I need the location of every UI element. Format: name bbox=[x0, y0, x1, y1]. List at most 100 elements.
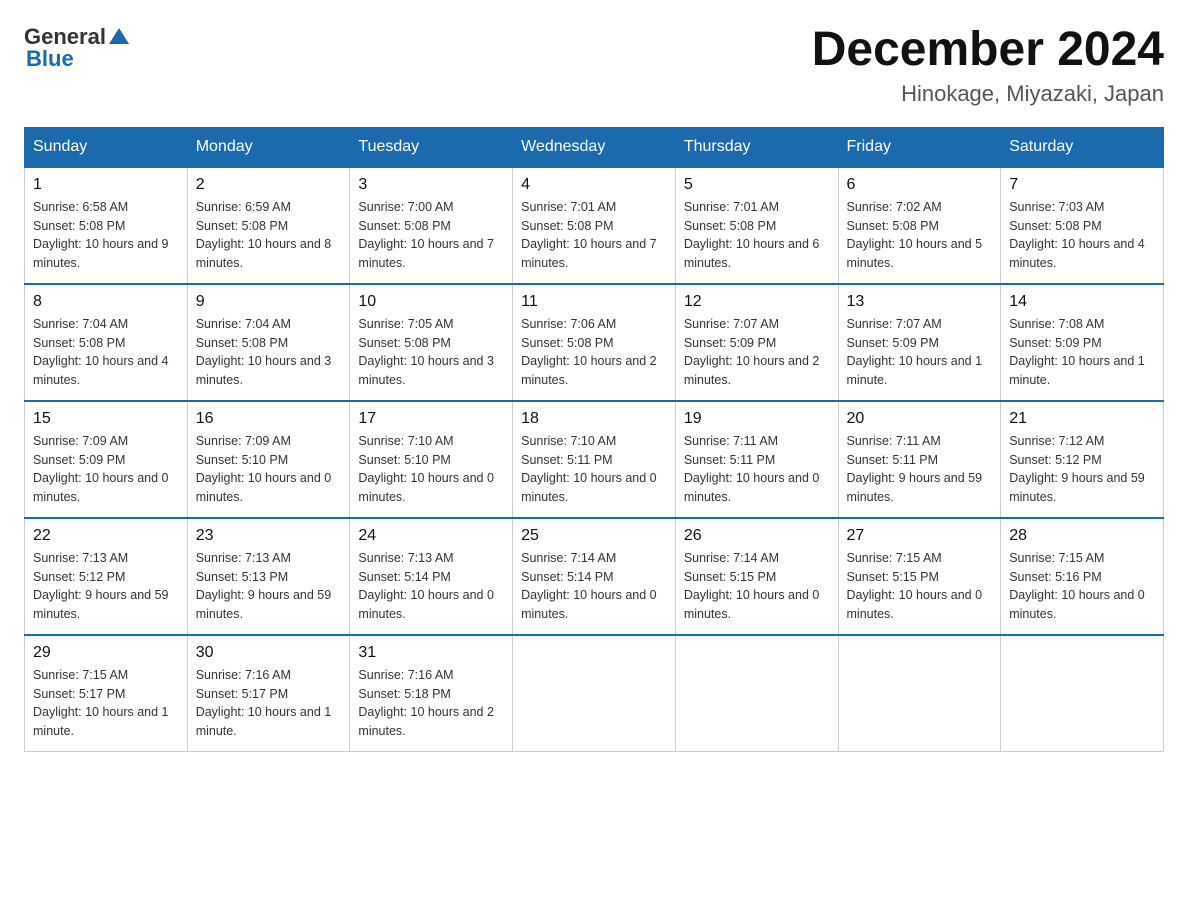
header-row: Sunday Monday Tuesday Wednesday Thursday… bbox=[25, 127, 1164, 167]
calendar-cell: 20 Sunrise: 7:11 AMSunset: 5:11 PMDayligh… bbox=[838, 401, 1001, 518]
day-number: 25 bbox=[521, 527, 667, 545]
calendar-week-row: 8 Sunrise: 7:04 AMSunset: 5:08 PMDaylight… bbox=[25, 284, 1164, 401]
day-info: Sunrise: 7:13 AMSunset: 5:13 PMDaylight:… bbox=[196, 549, 342, 624]
day-info: Sunrise: 7:09 AMSunset: 5:09 PMDaylight:… bbox=[33, 432, 179, 507]
title-block: December 2024 Hinokage, Miyazaki, Japan bbox=[812, 24, 1164, 107]
calendar-cell: 18 Sunrise: 7:10 AMSunset: 5:11 PMDayligh… bbox=[513, 401, 676, 518]
calendar-cell: 1 Sunrise: 6:58 AMSunset: 5:08 PMDaylight… bbox=[25, 167, 188, 284]
day-info: Sunrise: 7:03 AMSunset: 5:08 PMDaylight:… bbox=[1009, 198, 1155, 273]
calendar-cell: 25 Sunrise: 7:14 AMSunset: 5:14 PMDayligh… bbox=[513, 518, 676, 635]
calendar-cell: 9 Sunrise: 7:04 AMSunset: 5:08 PMDaylight… bbox=[187, 284, 350, 401]
day-info: Sunrise: 7:13 AMSunset: 5:12 PMDaylight:… bbox=[33, 549, 179, 624]
day-number: 14 bbox=[1009, 293, 1155, 311]
calendar-cell: 30 Sunrise: 7:16 AMSunset: 5:17 PMDayligh… bbox=[187, 635, 350, 752]
day-number: 6 bbox=[847, 176, 993, 194]
day-info: Sunrise: 7:05 AMSunset: 5:08 PMDaylight:… bbox=[358, 315, 504, 390]
calendar-week-row: 29 Sunrise: 7:15 AMSunset: 5:17 PMDayligh… bbox=[25, 635, 1164, 752]
calendar-cell: 29 Sunrise: 7:15 AMSunset: 5:17 PMDayligh… bbox=[25, 635, 188, 752]
day-number: 21 bbox=[1009, 410, 1155, 428]
day-info: Sunrise: 6:58 AMSunset: 5:08 PMDaylight:… bbox=[33, 198, 179, 273]
day-number: 31 bbox=[358, 644, 504, 662]
day-number: 27 bbox=[847, 527, 993, 545]
calendar-cell: 4Sunrise: 7:01 AMSunset: 5:08 PMDaylight… bbox=[513, 167, 676, 284]
day-info: Sunrise: 7:08 AMSunset: 5:09 PMDaylight:… bbox=[1009, 315, 1155, 390]
calendar-week-row: 22 Sunrise: 7:13 AMSunset: 5:12 PMDayligh… bbox=[25, 518, 1164, 635]
day-number: 20 bbox=[847, 410, 993, 428]
col-tuesday: Tuesday bbox=[350, 127, 513, 167]
day-info: Sunrise: 7:11 AMSunset: 5:11 PMDaylight:… bbox=[847, 432, 993, 507]
calendar-cell: 26 Sunrise: 7:14 AMSunset: 5:15 PMDayligh… bbox=[675, 518, 838, 635]
day-info: Sunrise: 7:09 AMSunset: 5:10 PMDaylight:… bbox=[196, 432, 342, 507]
calendar-cell: 3Sunrise: 7:00 AMSunset: 5:08 PMDaylight… bbox=[350, 167, 513, 284]
calendar-cell: 12 Sunrise: 7:07 AMSunset: 5:09 PMDayligh… bbox=[675, 284, 838, 401]
logo-triangle-icon bbox=[108, 26, 130, 48]
calendar-cell: 11 Sunrise: 7:06 AMSunset: 5:08 PMDayligh… bbox=[513, 284, 676, 401]
calendar-cell: 23 Sunrise: 7:13 AMSunset: 5:13 PMDayligh… bbox=[187, 518, 350, 635]
day-number: 1 bbox=[33, 176, 179, 194]
location-subtitle: Hinokage, Miyazaki, Japan bbox=[812, 81, 1164, 107]
day-number: 23 bbox=[196, 527, 342, 545]
day-number: 15 bbox=[33, 410, 179, 428]
col-thursday: Thursday bbox=[675, 127, 838, 167]
calendar-cell: 8 Sunrise: 7:04 AMSunset: 5:08 PMDaylight… bbox=[25, 284, 188, 401]
day-number: 22 bbox=[33, 527, 179, 545]
calendar-cell: 31Sunrise: 7:16 AMSunset: 5:18 PMDayligh… bbox=[350, 635, 513, 752]
day-number: 5 bbox=[684, 176, 830, 194]
day-info: Sunrise: 7:01 AMSunset: 5:08 PMDaylight:… bbox=[684, 198, 830, 273]
calendar-cell: 19Sunrise: 7:11 AMSunset: 5:11 PMDayligh… bbox=[675, 401, 838, 518]
page-header: General Blue December 2024 Hinokage, Miy… bbox=[24, 24, 1164, 107]
day-number: 9 bbox=[196, 293, 342, 311]
col-friday: Friday bbox=[838, 127, 1001, 167]
day-info: Sunrise: 7:14 AMSunset: 5:15 PMDaylight:… bbox=[684, 549, 830, 624]
calendar-week-row: 1 Sunrise: 6:58 AMSunset: 5:08 PMDaylight… bbox=[25, 167, 1164, 284]
day-number: 28 bbox=[1009, 527, 1155, 545]
calendar-cell: 22 Sunrise: 7:13 AMSunset: 5:12 PMDayligh… bbox=[25, 518, 188, 635]
calendar-cell bbox=[675, 635, 838, 752]
day-number: 29 bbox=[33, 644, 179, 662]
day-number: 17 bbox=[358, 410, 504, 428]
col-saturday: Saturday bbox=[1001, 127, 1164, 167]
calendar-cell bbox=[838, 635, 1001, 752]
calendar-cell bbox=[513, 635, 676, 752]
day-number: 11 bbox=[521, 293, 667, 311]
month-title: December 2024 bbox=[812, 24, 1164, 77]
day-info: Sunrise: 7:12 AMSunset: 5:12 PMDaylight:… bbox=[1009, 432, 1155, 507]
calendar-cell: 27 Sunrise: 7:15 AMSunset: 5:15 PMDayligh… bbox=[838, 518, 1001, 635]
day-info: Sunrise: 7:16 AMSunset: 5:17 PMDaylight:… bbox=[196, 666, 342, 741]
day-info: Sunrise: 7:15 AMSunset: 5:15 PMDaylight:… bbox=[847, 549, 993, 624]
day-number: 4 bbox=[521, 176, 667, 194]
day-info: Sunrise: 7:11 AMSunset: 5:11 PMDaylight:… bbox=[684, 432, 830, 507]
calendar-cell: 16 Sunrise: 7:09 AMSunset: 5:10 PMDayligh… bbox=[187, 401, 350, 518]
day-number: 7 bbox=[1009, 176, 1155, 194]
calendar-cell: 21 Sunrise: 7:12 AMSunset: 5:12 PMDayligh… bbox=[1001, 401, 1164, 518]
col-wednesday: Wednesday bbox=[513, 127, 676, 167]
day-info: Sunrise: 7:06 AMSunset: 5:08 PMDaylight:… bbox=[521, 315, 667, 390]
day-info: Sunrise: 7:04 AMSunset: 5:08 PMDaylight:… bbox=[196, 315, 342, 390]
day-info: Sunrise: 7:04 AMSunset: 5:08 PMDaylight:… bbox=[33, 315, 179, 390]
day-info: Sunrise: 7:02 AMSunset: 5:08 PMDaylight:… bbox=[847, 198, 993, 273]
day-number: 18 bbox=[521, 410, 667, 428]
calendar-cell bbox=[1001, 635, 1164, 752]
day-info: Sunrise: 7:13 AMSunset: 5:14 PMDaylight:… bbox=[358, 549, 504, 624]
day-info: Sunrise: 7:15 AMSunset: 5:17 PMDaylight:… bbox=[33, 666, 179, 741]
day-number: 8 bbox=[33, 293, 179, 311]
day-info: Sunrise: 7:14 AMSunset: 5:14 PMDaylight:… bbox=[521, 549, 667, 624]
logo: General Blue bbox=[24, 24, 130, 72]
day-info: Sunrise: 7:07 AMSunset: 5:09 PMDaylight:… bbox=[684, 315, 830, 390]
day-number: 16 bbox=[196, 410, 342, 428]
day-info: Sunrise: 7:10 AMSunset: 5:11 PMDaylight:… bbox=[521, 432, 667, 507]
calendar-cell: 7 Sunrise: 7:03 AMSunset: 5:08 PMDaylight… bbox=[1001, 167, 1164, 284]
day-number: 24 bbox=[358, 527, 504, 545]
logo-blue-text: Blue bbox=[26, 46, 74, 72]
calendar-header: Sunday Monday Tuesday Wednesday Thursday… bbox=[25, 127, 1164, 167]
calendar-cell: 13Sunrise: 7:07 AMSunset: 5:09 PMDayligh… bbox=[838, 284, 1001, 401]
calendar-cell: 24 Sunrise: 7:13 AMSunset: 5:14 PMDayligh… bbox=[350, 518, 513, 635]
day-info: Sunrise: 7:15 AMSunset: 5:16 PMDaylight:… bbox=[1009, 549, 1155, 624]
day-number: 12 bbox=[684, 293, 830, 311]
day-number: 26 bbox=[684, 527, 830, 545]
calendar-cell: 6 Sunrise: 7:02 AMSunset: 5:08 PMDaylight… bbox=[838, 167, 1001, 284]
day-number: 10 bbox=[358, 293, 504, 311]
calendar-table: Sunday Monday Tuesday Wednesday Thursday… bbox=[24, 127, 1164, 752]
day-number: 30 bbox=[196, 644, 342, 662]
calendar-week-row: 15 Sunrise: 7:09 AMSunset: 5:09 PMDayligh… bbox=[25, 401, 1164, 518]
